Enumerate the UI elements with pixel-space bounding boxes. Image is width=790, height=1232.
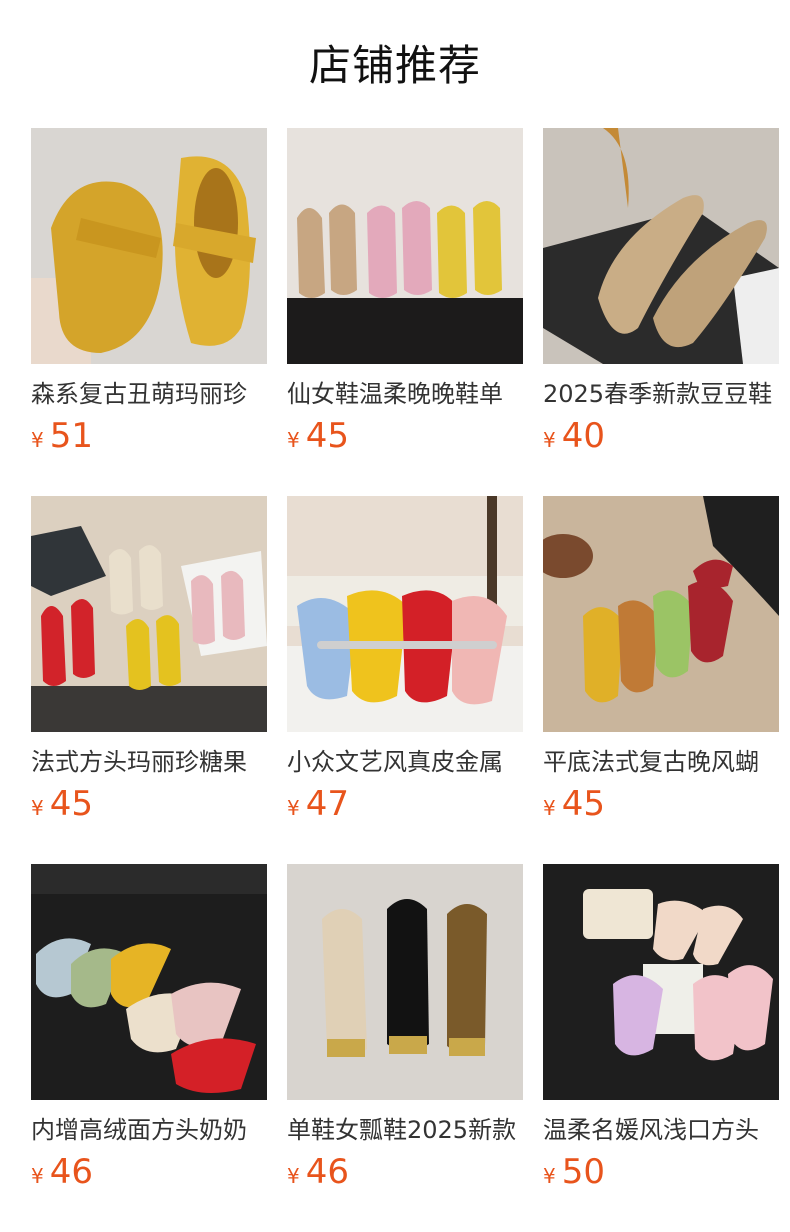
yellow-velcro-mary-jane-shoes-image <box>31 128 267 364</box>
product-name[interactable]: 2025春季新款豆豆鞋 <box>543 378 779 410</box>
price-value: 45 <box>305 416 349 456</box>
product-image[interactable] <box>287 864 523 1100</box>
product-price: ¥46 <box>287 1152 349 1192</box>
product-name[interactable]: 单鞋女瓢鞋2025新款 <box>287 1114 523 1146</box>
product-card[interactable]: 温柔名媛风浅口方头 ¥50 <box>543 864 779 1204</box>
product-image[interactable] <box>31 864 267 1100</box>
product-price: ¥40 <box>543 416 605 456</box>
mary-janes-with-metal-strap-image <box>287 496 523 732</box>
product-name[interactable]: 平底法式复古晚风蝴 <box>543 746 779 778</box>
price-value: 47 <box>305 784 349 824</box>
product-card[interactable]: 单鞋女瓢鞋2025新款 ¥46 <box>287 864 523 1204</box>
price-value: 46 <box>305 1152 349 1192</box>
currency-symbol: ¥ <box>287 428 300 452</box>
currency-symbol: ¥ <box>31 428 44 452</box>
currency-symbol: ¥ <box>287 796 300 820</box>
product-image[interactable] <box>543 864 779 1100</box>
currency-symbol: ¥ <box>543 428 556 452</box>
price-value: 45 <box>49 784 93 824</box>
product-image[interactable] <box>31 496 267 732</box>
product-name[interactable]: 小众文艺风真皮金属 <box>287 746 523 778</box>
flats-with-metal-toe-cap-image <box>287 864 523 1100</box>
product-image[interactable] <box>31 128 267 364</box>
product-price: ¥46 <box>31 1152 93 1192</box>
product-card[interactable]: 仙女鞋温柔晚晚鞋单 ¥45 <box>287 128 523 468</box>
price-value: 50 <box>561 1152 605 1192</box>
price-value: 51 <box>49 416 93 456</box>
product-image[interactable] <box>543 128 779 364</box>
three-pairs-bow-flats-on-shelf-image <box>287 128 523 364</box>
product-image[interactable] <box>543 496 779 732</box>
price-value: 45 <box>561 784 605 824</box>
product-card[interactable]: 法式方头玛丽珍糖果 ¥45 <box>31 496 267 836</box>
colorful-bow-flats-on-table-image <box>31 496 267 732</box>
product-name[interactable]: 仙女鞋温柔晚晚鞋单 <box>287 378 523 410</box>
product-price: ¥51 <box>31 416 93 456</box>
product-card[interactable]: 小众文艺风真皮金属 ¥47 <box>287 496 523 836</box>
product-card[interactable]: 森系复古丑萌玛丽珍 ¥51 <box>31 128 267 468</box>
currency-symbol: ¥ <box>31 1164 44 1188</box>
product-name[interactable]: 温柔名媛风浅口方头 <box>543 1114 779 1146</box>
product-price: ¥45 <box>287 416 349 456</box>
currency-symbol: ¥ <box>543 796 556 820</box>
product-price: ¥45 <box>543 784 605 824</box>
product-price: ¥50 <box>543 1152 605 1192</box>
product-name[interactable]: 法式方头玛丽珍糖果 <box>31 746 267 778</box>
pink-bow-flats-with-handbag-image <box>543 864 779 1100</box>
product-card[interactable]: 2025春季新款豆豆鞋 ¥40 <box>543 128 779 468</box>
currency-symbol: ¥ <box>543 1164 556 1188</box>
currency-symbol: ¥ <box>287 1164 300 1188</box>
beige-suede-loafers-on-box-image <box>543 128 779 364</box>
product-card[interactable]: 内增高绒面方头奶奶 ¥46 <box>31 864 267 1204</box>
price-value: 46 <box>49 1152 93 1192</box>
product-image[interactable] <box>287 128 523 364</box>
product-name[interactable]: 森系复古丑萌玛丽珍 <box>31 378 267 410</box>
price-value: 40 <box>561 416 605 456</box>
product-name[interactable]: 内增高绒面方头奶奶 <box>31 1114 267 1146</box>
suede-bow-flats-on-rug-image <box>543 496 779 732</box>
product-image[interactable] <box>287 496 523 732</box>
currency-symbol: ¥ <box>31 796 44 820</box>
product-card[interactable]: 平底法式复古晚风蝴 ¥45 <box>543 496 779 836</box>
page-title: 店铺推荐 <box>308 41 481 90</box>
product-price: ¥45 <box>31 784 93 824</box>
pastel-bow-flats-on-black-leather-image <box>31 864 267 1100</box>
product-price: ¥47 <box>287 784 349 824</box>
